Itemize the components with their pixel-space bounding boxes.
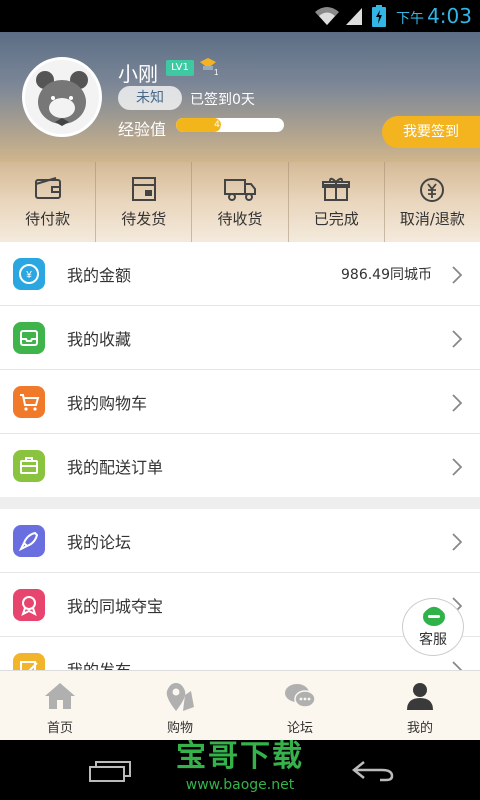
- briefcase-icon: [13, 450, 45, 482]
- order-status-bar: 待付款 待发货 待收货 已完成 取消/退款: [0, 162, 480, 242]
- order-label: 取消/退款: [399, 210, 465, 228]
- tab-label: 购物: [166, 721, 193, 736]
- gender-tag: 未知: [118, 86, 182, 110]
- avatar[interactable]: [22, 57, 102, 137]
- menu-item-forum[interactable]: 我的论坛: [0, 509, 480, 573]
- menu-group-account: ¥ 我的金额 986.49同城币 我的收藏 我的购物车 我的配送订单: [0, 242, 480, 498]
- headset-icon: [422, 606, 446, 626]
- watermark-url: www.baoge.net: [185, 777, 295, 793]
- medal-icon: 1: [198, 56, 219, 80]
- status-ampm: 下午: [396, 11, 424, 27]
- watermark-logo: 宝哥下载 www.baoge.net: [160, 738, 320, 800]
- order-refund[interactable]: 取消/退款: [385, 162, 480, 242]
- back-icon[interactable]: [350, 758, 396, 782]
- tab-home[interactable]: 首页: [0, 671, 120, 740]
- signed-days: 已签到0天: [190, 92, 255, 108]
- tab-label: 首页: [46, 721, 73, 736]
- tab-label: 我的: [406, 721, 433, 736]
- rocket-icon: [13, 525, 45, 557]
- order-label: 待收货: [217, 210, 263, 228]
- chevron-right-icon: [452, 330, 462, 348]
- wifi-icon: [315, 7, 339, 25]
- tab-shopping[interactable]: 购物: [120, 671, 240, 740]
- svg-text:¥: ¥: [25, 270, 32, 281]
- bottom-tab-bar: 首页 购物 论坛 我的: [0, 670, 480, 740]
- chevron-right-icon: [452, 266, 462, 284]
- menu-label: 我的同城夺宝: [67, 597, 164, 616]
- truck-icon: [224, 179, 256, 201]
- section-divider: [0, 497, 480, 509]
- chevron-right-icon: [452, 533, 462, 551]
- bear-avatar-icon: [25, 60, 99, 134]
- wallet-icon: [34, 177, 61, 199]
- recent-apps-icon[interactable]: [88, 758, 134, 782]
- package-icon: [131, 177, 156, 201]
- exp-progress-bar: 42/100: [176, 118, 284, 132]
- menu-item-cart[interactable]: 我的购物车: [0, 370, 480, 434]
- tab-mine[interactable]: 我的: [360, 671, 480, 740]
- order-pending-receipt[interactable]: 待收货: [192, 162, 289, 242]
- award-icon: [13, 589, 45, 621]
- order-label: 已完成: [313, 210, 359, 228]
- svg-text:1: 1: [214, 68, 218, 76]
- chevron-right-icon: [452, 458, 462, 476]
- tab-label: 论坛: [286, 721, 313, 736]
- battery-icon: [372, 5, 386, 27]
- signin-button[interactable]: 我要签到: [382, 116, 480, 148]
- level-badge: LV1: [166, 60, 194, 76]
- status-time: 4:03: [427, 4, 472, 28]
- balance-value: 986.49同城币: [341, 267, 432, 283]
- menu-label: 我的配送订单: [67, 458, 164, 477]
- customer-service-button[interactable]: 客服: [402, 598, 464, 656]
- watermark-title: 宝哥下载: [176, 739, 304, 774]
- order-pending-payment[interactable]: 待付款: [0, 162, 97, 242]
- tray-icon: [13, 322, 45, 354]
- tab-forum[interactable]: 论坛: [240, 671, 360, 740]
- status-bar: 下午 4:03: [0, 0, 480, 32]
- order-completed[interactable]: 已完成: [289, 162, 385, 242]
- menu-item-favorites[interactable]: 我的收藏: [0, 306, 480, 370]
- order-label: 待发货: [121, 210, 167, 228]
- username: 小刚: [118, 62, 158, 86]
- home-icon: [45, 683, 75, 709]
- menu-label: 我的购物车: [67, 394, 148, 413]
- coin-icon: ¥: [13, 258, 45, 290]
- order-pending-shipment[interactable]: 待发货: [96, 162, 193, 242]
- customer-service-label: 客服: [419, 632, 447, 648]
- cart-icon: [13, 386, 45, 418]
- location-icon: [166, 683, 194, 711]
- gift-icon: [322, 177, 351, 201]
- profile-header: 小刚 LV1 1 未知 已签到0天 经验值 42/100 我要签到: [0, 32, 480, 162]
- menu-item-delivery-orders[interactable]: 我的配送订单: [0, 434, 480, 498]
- refund-icon: [420, 178, 445, 202]
- menu-label: 我的论坛: [67, 533, 132, 552]
- exp-progress-text: 42/100: [214, 120, 246, 130]
- signal-icon: [346, 8, 362, 25]
- menu-item-balance[interactable]: ¥ 我的金额 986.49同城币: [0, 242, 480, 306]
- exp-label: 经验值: [118, 120, 167, 139]
- person-icon: [407, 683, 433, 710]
- chevron-right-icon: [452, 394, 462, 412]
- chat-icon: [285, 684, 316, 708]
- menu-label: 我的收藏: [67, 330, 132, 349]
- menu-label: 我的金额: [67, 266, 132, 285]
- order-label: 待付款: [25, 210, 71, 228]
